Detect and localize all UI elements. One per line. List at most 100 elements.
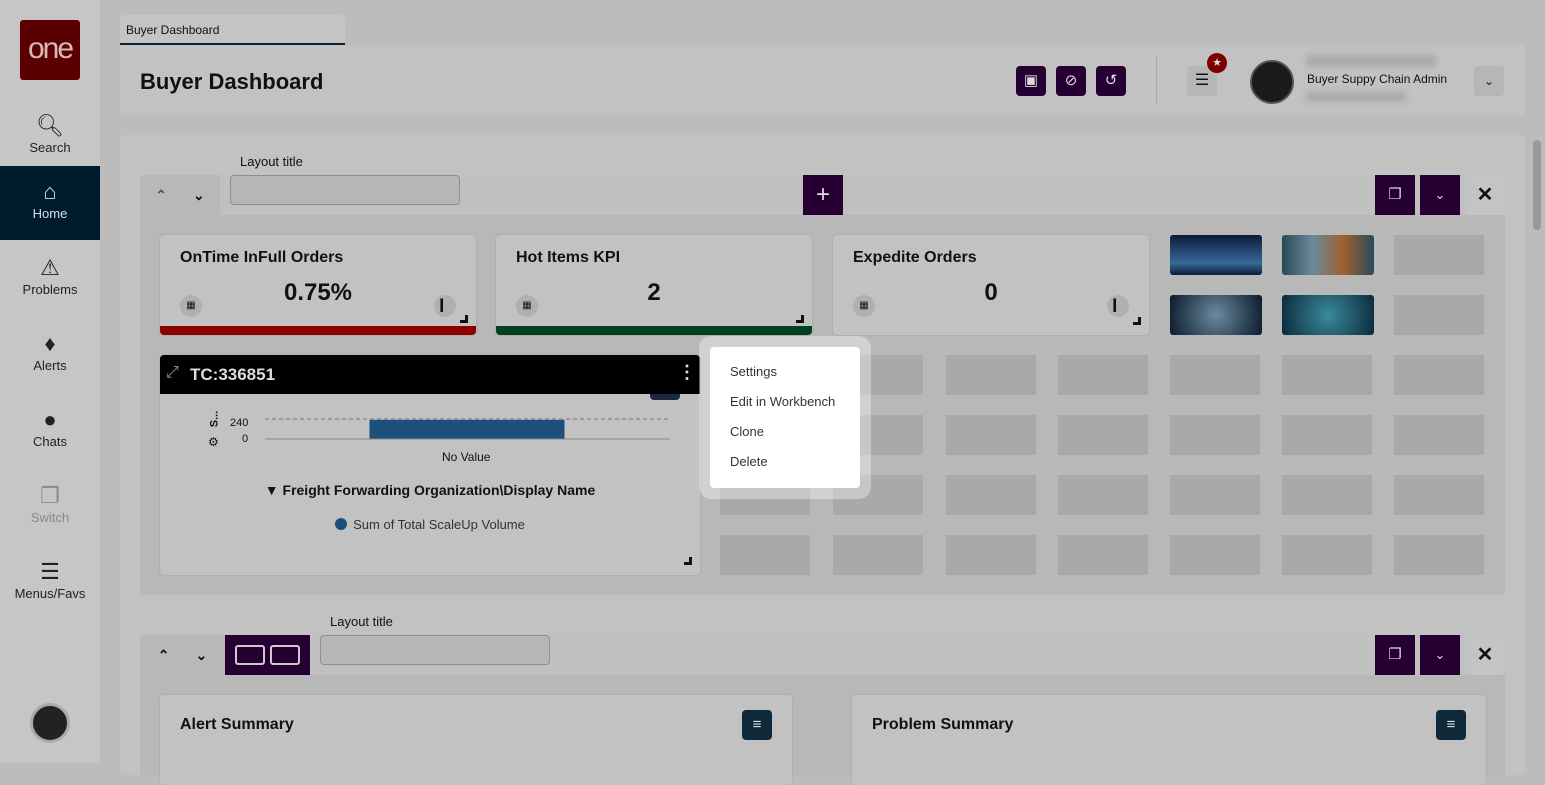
filter-settings-button[interactable]: ≡ [742,710,772,740]
one-logo[interactable]: one [20,20,80,80]
layout-title-input[interactable] [320,635,550,665]
y-tick-label: 240 [230,417,249,429]
add-widget-button[interactable]: + [803,175,843,215]
layout-title-label: Layout title [330,614,393,629]
card-title: Alert Summary [180,716,294,733]
scrollbar[interactable] [1533,140,1541,230]
resize-handle-icon[interactable] [796,315,804,323]
cancel-button[interactable]: ⊘ [1056,66,1086,96]
widget-toolbar-tab[interactable] [650,394,680,400]
filter-label[interactable]: ▼︎ Freight Forwarding Organization\Displ… [160,482,700,498]
thumbnail-image[interactable] [1282,235,1374,275]
user-email-blurred [1306,92,1406,102]
grid-placeholder [1058,415,1148,455]
kebab-menu-icon[interactable]: ⋮ [678,362,696,383]
layout-options-button[interactable]: ⌄ [1420,635,1460,675]
user-dropdown-button[interactable]: ⌄ [1474,66,1504,96]
kpi-status-bar [496,326,812,335]
history-button[interactable]: ↺ [1096,66,1126,96]
filter-icon: ▼︎ [264,482,283,498]
resize-handle-icon[interactable] [460,315,468,323]
kpi-card-ontime-infull[interactable]: OnTime InFull Orders 0.75% ▦ ▎ [160,235,476,335]
alert-summary-card[interactable]: Alert Summary ≡ [160,695,792,785]
sidebar-item-search[interactable]: 🔍︎ Search [0,100,100,174]
avatar[interactable] [30,703,70,743]
grid-placeholder [1170,535,1260,575]
grid-placeholder [946,415,1036,455]
expand-icon[interactable]: ⤢ [166,364,179,382]
resize-handle-icon[interactable] [684,557,692,565]
chart-settings-icon[interactable]: ⚙ [208,435,219,449]
search-icon: 🔍︎ [36,113,64,138]
calendar-icon[interactable]: ▦ [516,295,538,317]
sidebar-item-menus-favs[interactable]: ☰ Menus/Favs [0,546,100,620]
switch-icon: ❐ [40,483,60,508]
user-role: Buyer Suppy Chain Admin [1307,72,1448,86]
thumbnail-image[interactable] [1282,295,1374,335]
close-layout-button[interactable]: ✕ [1465,635,1505,675]
chevron-down-icon: ⌄ [1483,74,1495,88]
kpi-status-bar [160,326,476,335]
layout-section-2: ⌃ ⌄ ❐ ⌄ ✕ Alert Summary ≡ Problem Summary… [140,635,1505,785]
tab-buyer-dashboard[interactable]: Buyer Dashboard [120,15,345,45]
export-icon[interactable]: ▎ [434,295,456,317]
grid-placeholder [1394,235,1484,275]
kpi-title: Hot Items KPI [516,249,621,266]
page-header: Buyer Dashboard ▣ ⊘ ↺ ☰ ★ Buyer Suppy Ch… [120,45,1525,115]
grid-placeholder [1394,415,1484,455]
save-button[interactable]: ▣ [1016,66,1046,96]
ban-icon: ⊘ [1064,72,1078,89]
copy-icon: ❐ [1388,186,1402,203]
menu-icon: ☰ [40,559,60,584]
calendar-icon[interactable]: ▦ [853,295,875,317]
user-avatar[interactable] [1250,60,1294,104]
chat-icon: ● [43,407,57,432]
expand-down-icon[interactable]: ⌄ [193,187,205,203]
thumbnail-image[interactable] [1170,235,1262,275]
kpi-card-expedite-orders[interactable]: Expedite Orders 0 ▦ ▎ [833,235,1149,335]
grid-placeholder [1058,535,1148,575]
legend[interactable]: Sum of Total ScaleUp Volume [160,517,700,532]
sidebar-item-switch: ❐ Switch [0,470,100,544]
menu-item-settings[interactable]: Settings [710,357,860,387]
warning-icon: ⚠︎ [40,255,60,280]
thumbnail-image[interactable] [1170,295,1262,335]
x-category-label: No Value [442,450,491,464]
sidebar-item-alerts[interactable]: ♦ Alerts [0,318,100,392]
grid-placeholder [833,535,923,575]
card-title: Problem Summary [872,716,1014,733]
sidebar-item-problems[interactable]: ⚠︎ Problems [0,242,100,316]
filter-settings-button[interactable]: ≡ [1436,710,1466,740]
save-icon: ▣ [1023,72,1039,89]
menu-item-delete[interactable]: Delete [710,447,860,477]
close-icon: ✕ [1476,184,1494,206]
menu-item-clone[interactable]: Clone [710,417,860,447]
collapse-up-icon[interactable]: ⌃ [155,187,167,203]
copy-layout-button[interactable]: ❐ [1375,175,1415,215]
calendar-icon[interactable]: ▦ [180,295,202,317]
copy-layout-button[interactable]: ❐ [1375,635,1415,675]
column-layout-button[interactable] [225,635,310,675]
resize-handle-icon[interactable] [1133,317,1141,325]
layout-title-input[interactable] [230,175,460,205]
sidebar-item-chats[interactable]: ● Chats [0,394,100,468]
menu-item-edit-in-workbench[interactable]: Edit in Workbench [710,387,860,417]
expand-down-icon[interactable]: ⌄ [196,647,208,663]
export-icon[interactable]: ▎ [1107,295,1129,317]
grid-placeholder [946,475,1036,515]
divider [1156,55,1157,105]
kpi-card-hot-items[interactable]: Hot Items KPI 2 ▦ [496,235,812,335]
chart-widget[interactable]: ⤢ TC:336851 ⋮ S... ⚙ 240 0 No Value ▼︎ F… [160,355,700,575]
layout-options-button[interactable]: ⌄ [1420,175,1460,215]
grid-placeholder [1282,355,1372,395]
problem-summary-card[interactable]: Problem Summary ≡ [852,695,1486,785]
y-tick-label: 0 [242,433,249,445]
sidebar-item-home[interactable]: ⌂ Home [0,166,100,240]
collapse-up-icon[interactable]: ⌃ [158,647,170,663]
chevron-down-icon: ⌄ [1434,187,1446,202]
kpi-title: OnTime InFull Orders [180,249,344,266]
widget-title: TC:336851 [190,365,276,384]
menu-icon: ☰ [1194,72,1210,89]
close-layout-button[interactable]: ✕ [1465,175,1505,215]
grid-placeholder [1058,475,1148,515]
